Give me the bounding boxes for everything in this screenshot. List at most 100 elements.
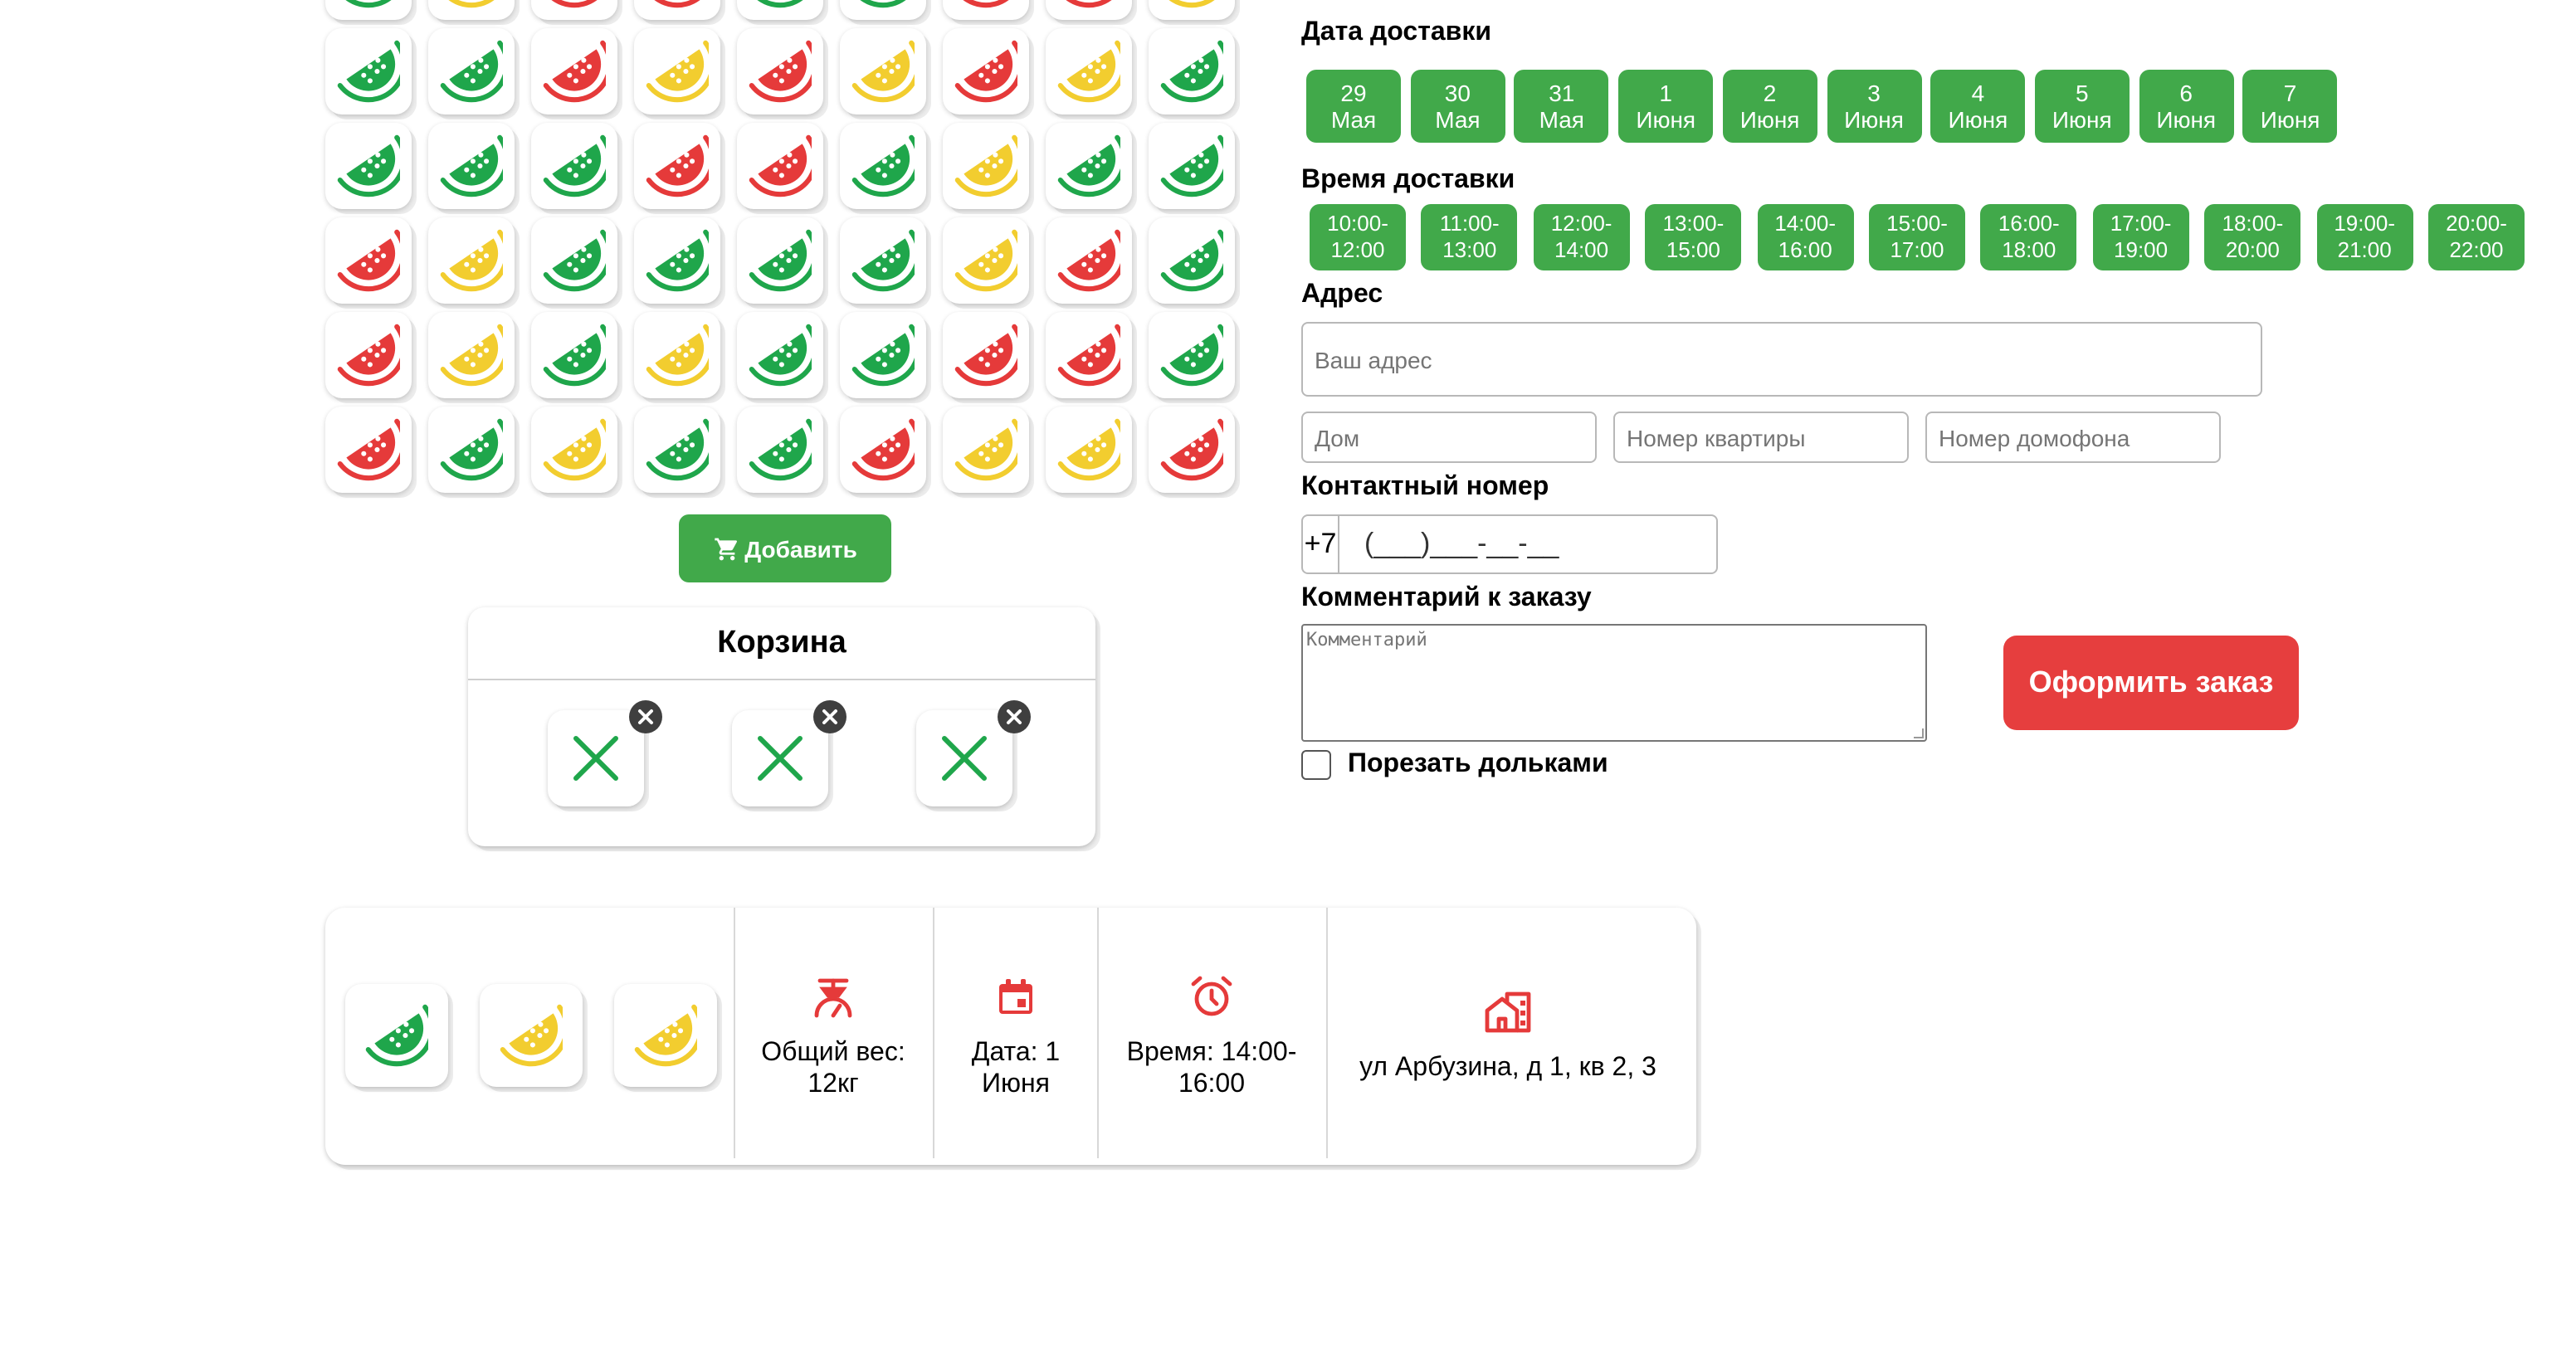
watermelon-tile[interactable]: [634, 217, 720, 304]
time-to: 20:00: [2225, 237, 2280, 262]
date-option-button[interactable]: 30 Мая: [1410, 70, 1505, 143]
watermelon-tile[interactable]: [428, 407, 515, 493]
watermelon-tile[interactable]: [1149, 0, 1235, 20]
watermelon-tile[interactable]: [943, 407, 1029, 493]
resize-handle[interactable]: [1914, 728, 1924, 738]
watermelon-slice-icon: [440, 134, 503, 197]
remove-item-button[interactable]: [813, 700, 846, 733]
watermelon-tile[interactable]: [1149, 123, 1235, 209]
time-option-button[interactable]: 17:00- 19:00: [2092, 204, 2189, 270]
watermelon-tile[interactable]: [531, 312, 617, 398]
time-option-button[interactable]: 19:00- 21:00: [2316, 204, 2413, 270]
watermelon-tile[interactable]: [1149, 28, 1235, 114]
watermelon-tile[interactable]: [840, 407, 926, 493]
watermelon-tile[interactable]: [943, 123, 1029, 209]
watermelon-tile[interactable]: [325, 407, 412, 493]
date-option-button[interactable]: 4 Июня: [1930, 70, 2026, 143]
apartment-input[interactable]: Номер квартиры: [1613, 412, 1909, 463]
date-month: Июня: [2260, 106, 2320, 133]
watermelon-tile[interactable]: [531, 217, 617, 304]
watermelon-tile[interactable]: [840, 123, 926, 209]
watermelon-tile[interactable]: [943, 312, 1029, 398]
watermelon-tile[interactable]: [1046, 312, 1132, 398]
time-option-button[interactable]: 20:00- 22:00: [2428, 204, 2525, 270]
watermelon-tile[interactable]: [1149, 407, 1235, 493]
watermelon-tile[interactable]: [840, 28, 926, 114]
watermelon-tile[interactable]: [737, 28, 823, 114]
time-option-button[interactable]: 11:00- 13:00: [1421, 204, 1518, 270]
watermelon-tile[interactable]: [531, 123, 617, 209]
date-option-button[interactable]: 5 Июня: [2034, 70, 2130, 143]
watermelon-tile[interactable]: [531, 0, 617, 20]
watermelon-tile[interactable]: [840, 0, 926, 20]
date-day: 1: [1659, 80, 1672, 106]
date-option-button[interactable]: 6 Июня: [2139, 70, 2234, 143]
cart-slot: [548, 700, 662, 806]
watermelon-slice-icon: [337, 134, 400, 197]
time-option-button[interactable]: 16:00- 18:00: [1980, 204, 2077, 270]
watermelon-tile[interactable]: [737, 217, 823, 304]
watermelon-tile[interactable]: [634, 28, 720, 114]
watermelon-tile[interactable]: [325, 123, 412, 209]
watermelon-slice-icon: [954, 0, 1017, 8]
watermelon-tile[interactable]: [428, 123, 515, 209]
time-option-button[interactable]: 10:00- 12:00: [1310, 204, 1406, 270]
watermelon-tile[interactable]: [840, 217, 926, 304]
watermelon-tile[interactable]: [1046, 123, 1132, 209]
watermelon-tile[interactable]: [1149, 312, 1235, 398]
time-option-button[interactable]: 18:00- 20:00: [2204, 204, 2301, 270]
watermelon-tile[interactable]: [737, 407, 823, 493]
remove-item-button[interactable]: [629, 700, 662, 733]
watermelon-slice-icon: [543, 229, 606, 292]
slice-checkbox[interactable]: [1301, 750, 1331, 780]
watermelon-tile[interactable]: [634, 312, 720, 398]
time-option-button[interactable]: 13:00- 15:00: [1645, 204, 1742, 270]
watermelon-tile[interactable]: [325, 217, 412, 304]
watermelon-tile[interactable]: [325, 28, 412, 114]
place-order-button[interactable]: Оформить заказ: [2003, 636, 2299, 730]
date-option-button[interactable]: 7 Июня: [2242, 70, 2338, 143]
watermelon-tile[interactable]: [1046, 28, 1132, 114]
watermelon-tile[interactable]: [737, 123, 823, 209]
watermelon-tile[interactable]: [737, 0, 823, 20]
watermelon-tile[interactable]: [1149, 217, 1235, 304]
watermelon-tile[interactable]: [943, 217, 1029, 304]
date-option-button[interactable]: 3 Июня: [1827, 70, 1921, 143]
time-option-button[interactable]: 14:00- 16:00: [1757, 204, 1854, 270]
time-from: 10:00-: [1327, 211, 1388, 236]
watermelon-tile[interactable]: [1046, 407, 1132, 493]
phone-field[interactable]: +7 (___)___-__-__: [1301, 514, 1718, 574]
watermelon-tile[interactable]: [325, 312, 412, 398]
house-input[interactable]: Дом: [1301, 412, 1597, 463]
date-option-button[interactable]: 29 Мая: [1306, 70, 1401, 143]
watermelon-tile[interactable]: [634, 123, 720, 209]
add-to-cart-button[interactable]: Добавить: [679, 514, 891, 582]
watermelon-tile[interactable]: [634, 0, 720, 20]
summary-address-text: ул Арбузина, д 1, кв 2, 3: [1359, 1054, 1656, 1082]
watermelon-tile[interactable]: [325, 0, 412, 20]
watermelon-tile[interactable]: [634, 407, 720, 493]
summary-date-text: Дата: 1 Июня: [971, 1038, 1061, 1098]
watermelon-tile[interactable]: [531, 28, 617, 114]
watermelon-tile[interactable]: [531, 407, 617, 493]
watermelon-tile[interactable]: [943, 0, 1029, 20]
watermelon-tile[interactable]: [1046, 0, 1132, 20]
intercom-input[interactable]: Номер домофона: [1925, 412, 2221, 463]
watermelon-tile[interactable]: [428, 0, 515, 20]
time-option-button[interactable]: 15:00- 17:00: [1869, 204, 1965, 270]
watermelon-tile[interactable]: [428, 28, 515, 114]
date-option-button[interactable]: 2 Июня: [1722, 70, 1817, 143]
date-option-button[interactable]: 31 Мая: [1514, 70, 1609, 143]
comment-textarea[interactable]: Комментарий: [1301, 624, 1927, 742]
watermelon-tile[interactable]: [943, 28, 1029, 114]
watermelon-tile[interactable]: [1046, 217, 1132, 304]
date-option-button[interactable]: 1 Июня: [1618, 70, 1714, 143]
phone-input[interactable]: (___)___-__-__: [1339, 516, 1559, 572]
watermelon-tile[interactable]: [428, 217, 515, 304]
watermelon-tile[interactable]: [840, 312, 926, 398]
address-input[interactable]: Ваш адрес: [1301, 322, 2262, 397]
watermelon-tile[interactable]: [428, 312, 515, 398]
time-option-button[interactable]: 12:00- 14:00: [1533, 204, 1630, 270]
remove-item-button[interactable]: [998, 700, 1031, 733]
watermelon-tile[interactable]: [737, 312, 823, 398]
